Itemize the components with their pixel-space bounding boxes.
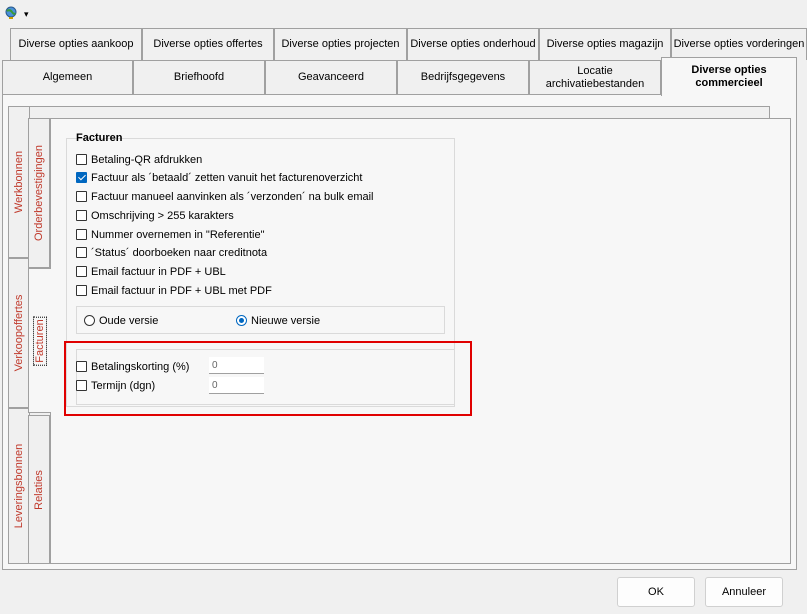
checkbox-label: Email factuur in PDF + UBL	[91, 265, 226, 278]
tab-label: Diverse opties vorderingen	[673, 38, 805, 50]
tab-label: Bedrijfsgegevens	[420, 71, 506, 83]
checkbox-status-creditnota[interactable]: ´Status´ doorboeken naar creditnota	[76, 245, 267, 260]
checkbox-box[interactable]	[76, 191, 87, 202]
vtab-label: Relaties	[33, 469, 45, 510]
radio-oude-versie[interactable]: Oude versie	[84, 313, 158, 328]
checkbox-label: Omschrijving > 255 karakters	[91, 209, 234, 222]
tab-bedrijfsgegevens[interactable]: Bedrijfsgegevens	[397, 60, 529, 94]
vtab-relaties[interactable]: Relaties	[28, 415, 50, 564]
highlight-box	[64, 341, 472, 416]
checkbox-label: Betaling-QR afdrukken	[91, 153, 203, 166]
vtab-label: Orderbevestigingen	[33, 144, 45, 242]
checkbox-email-pdf-ubl[interactable]: Email factuur in PDF + UBL	[76, 264, 226, 279]
cancel-button[interactable]: Annuleer	[705, 577, 783, 607]
vtab-leveringsbonnen[interactable]: Leveringsbonnen	[8, 408, 30, 564]
vtab-facturen[interactable]: Facturen	[28, 268, 51, 413]
group-title: Facturen	[76, 132, 123, 144]
tab-label: Locatie archivatiebestanden	[545, 64, 645, 90]
tab-label: Briefhoofd	[173, 71, 225, 83]
tab-label: Diverse opties onderhoud	[410, 38, 536, 50]
tab-label: Geavanceerd	[297, 71, 365, 83]
checkbox-factuur-verzonden[interactable]: Factuur manueel aanvinken als ´verzonden…	[76, 189, 374, 204]
radio-label: Nieuwe versie	[251, 314, 321, 327]
tab-briefhoofd[interactable]: Briefhoofd	[133, 60, 265, 94]
tab-label: Diverse opties aankoop	[18, 38, 134, 50]
tab-label: Diverse opties magazijn	[546, 38, 664, 50]
vtab-label: Facturen	[33, 315, 47, 366]
tab-label: Diverse opties offertes	[153, 38, 263, 50]
checkbox-factuur-betaald[interactable]: Factuur als ´betaald´ zetten vanuit het …	[76, 170, 362, 185]
tab-label: Diverse opties projecten	[281, 38, 400, 50]
tab-diverse-opties-commercieel[interactable]: Diverse opties commercieel	[661, 57, 797, 96]
checkbox-email-pdf-ubl-met-pdf[interactable]: Email factuur in PDF + UBL met PDF	[76, 283, 272, 298]
vtab-label: Verkoopoffertes	[13, 294, 25, 372]
checkbox-label: Factuur manueel aanvinken als ´verzonden…	[91, 190, 374, 203]
tab-diverse-opties-aankoop[interactable]: Diverse opties aankoop	[10, 28, 142, 60]
checkbox-box[interactable]	[76, 172, 87, 183]
tab-diverse-opties-magazijn[interactable]: Diverse opties magazijn	[539, 28, 671, 60]
checkbox-omschrijving[interactable]: Omschrijving > 255 karakters	[76, 208, 234, 223]
checkbox-box[interactable]	[76, 285, 87, 296]
ok-button[interactable]: OK	[617, 577, 695, 607]
tab-algemeen[interactable]: Algemeen	[2, 60, 133, 94]
vtab-verkoopoffertes[interactable]: Verkoopoffertes	[8, 258, 30, 408]
checkbox-label: Factuur als ´betaald´ zetten vanuit het …	[91, 171, 363, 184]
globe-icon[interactable]	[4, 6, 18, 20]
tab-diverse-opties-onderhoud[interactable]: Diverse opties onderhoud	[407, 28, 539, 60]
tab-diverse-opties-offertes[interactable]: Diverse opties offertes	[142, 28, 274, 60]
chevron-down-icon[interactable]: ▾	[24, 8, 29, 20]
tab-label: Diverse opties commercieel	[691, 64, 767, 89]
checkbox-box[interactable]	[76, 229, 87, 240]
checkbox-betaling-qr[interactable]: Betaling-QR afdrukken	[76, 152, 202, 167]
checkbox-nummer-referentie[interactable]: Nummer overnemen in "Referentie"	[76, 227, 265, 242]
radio-circle[interactable]	[236, 315, 247, 326]
tab-diverse-opties-projecten[interactable]: Diverse opties projecten	[274, 28, 407, 60]
vtab-label: Werkbonnen	[13, 150, 25, 214]
radio-nieuwe-versie[interactable]: Nieuwe versie	[236, 313, 320, 328]
checkbox-box[interactable]	[76, 210, 87, 221]
tab-diverse-opties-vorderingen[interactable]: Diverse opties vorderingen	[671, 28, 807, 60]
checkbox-box[interactable]	[76, 154, 87, 165]
tab-geavanceerd[interactable]: Geavanceerd	[265, 60, 397, 94]
checkbox-label: Nummer overnemen in "Referentie"	[91, 228, 265, 241]
checkbox-box[interactable]	[76, 266, 87, 277]
vtab-orderbevestigingen[interactable]: Orderbevestigingen	[28, 118, 50, 268]
radio-label: Oude versie	[99, 314, 159, 327]
checkbox-label: Email factuur in PDF + UBL met PDF	[91, 284, 272, 297]
checkbox-box[interactable]	[76, 247, 87, 258]
vtab-label: Leveringsbonnen	[13, 443, 25, 529]
radio-circle[interactable]	[84, 315, 95, 326]
checkbox-label: ´Status´ doorboeken naar creditnota	[91, 246, 268, 259]
vtab-werkbonnen[interactable]: Werkbonnen	[8, 106, 30, 258]
tab-locatie-archivatiebestanden[interactable]: Locatie archivatiebestanden	[529, 60, 661, 94]
tab-label: Algemeen	[42, 71, 93, 83]
